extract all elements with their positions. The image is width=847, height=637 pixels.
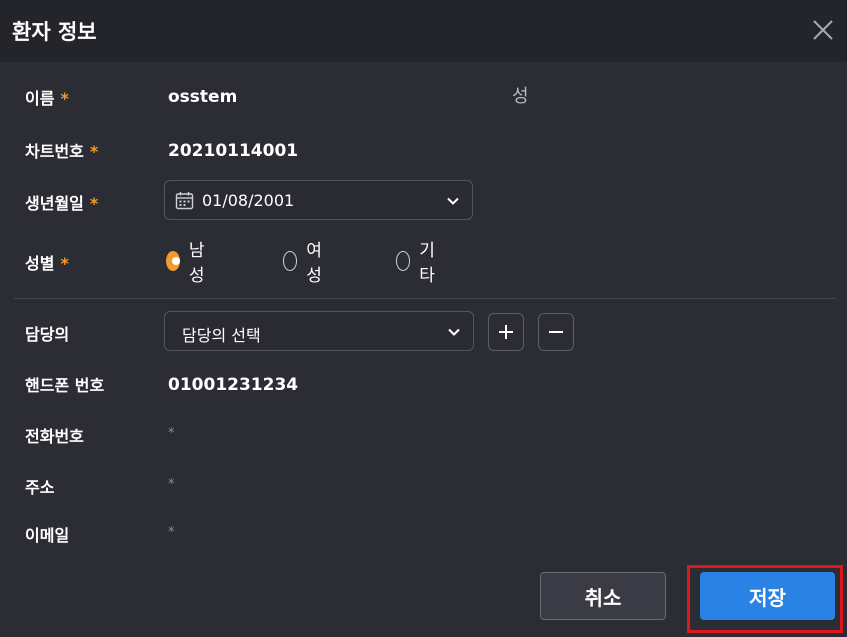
mobile-field[interactable]: 01001231234 [168,375,298,395]
required-mark: * [60,254,69,273]
minus-icon [549,331,563,333]
phone-label: 전화번호 [25,427,84,446]
save-button-highlight [687,565,843,633]
name-label-text: 이름 [25,89,55,108]
birthdate-value: 01/08/2001 [202,191,295,210]
birthdate-picker[interactable]: 01/08/2001 [164,180,473,220]
gender-radio-other[interactable]: 기타 [396,241,441,286]
birthdate-label-text: 생년월일 [25,194,84,213]
chevron-down-icon [447,197,459,205]
phone-field[interactable]: * [168,426,175,441]
radio-unchecked-icon [283,251,298,271]
gender-option-label: 남성 [188,241,205,286]
plus-icon [499,325,513,339]
birthdate-label: 생년월일 * [25,190,98,214]
radio-unchecked-icon [396,251,411,271]
mobile-label: 핸드폰 번호 [25,376,105,395]
doctor-select-value: 담당의 선택 [182,326,261,345]
gender-label-text: 성별 [25,254,55,273]
radio-checked-icon [166,251,180,271]
chart-number-label-text: 차트번호 [25,142,84,161]
remove-doctor-button[interactable] [538,313,574,351]
gender-option-label: 여성 [306,241,322,286]
required-mark: * [89,194,99,213]
chevron-down-icon [448,328,460,336]
gender-label: 성별 * [25,250,69,274]
email-label: 이메일 [25,526,70,545]
required-mark: * [89,142,99,161]
section-divider [14,298,836,299]
name-label: 이름 * [25,85,69,109]
required-mark: * [60,89,69,108]
first-name-field[interactable]: osstem [168,87,237,107]
gender-radio-female[interactable]: 여성 [283,241,328,286]
chart-number-label: 차트번호 * [25,138,98,162]
chart-number-field[interactable]: 20210114001 [168,141,298,161]
add-doctor-button[interactable] [488,313,524,351]
address-label: 주소 [25,478,55,497]
doctor-label: 담당의 [25,325,70,344]
calendar-icon [175,192,194,210]
address-field[interactable]: * [168,477,175,492]
dialog-title: 환자 정보 [12,20,97,44]
email-field[interactable]: * [168,525,175,540]
close-icon[interactable] [810,17,836,43]
dialog-header: 환자 정보 [0,0,847,62]
gender-option-label: 기타 [419,241,435,286]
last-name-field[interactable]: 성 [512,82,529,108]
doctor-select[interactable]: 담당의 선택 [164,311,474,351]
gender-radio-male[interactable]: 남성 [166,241,211,286]
cancel-button[interactable]: 취소 [540,572,666,620]
